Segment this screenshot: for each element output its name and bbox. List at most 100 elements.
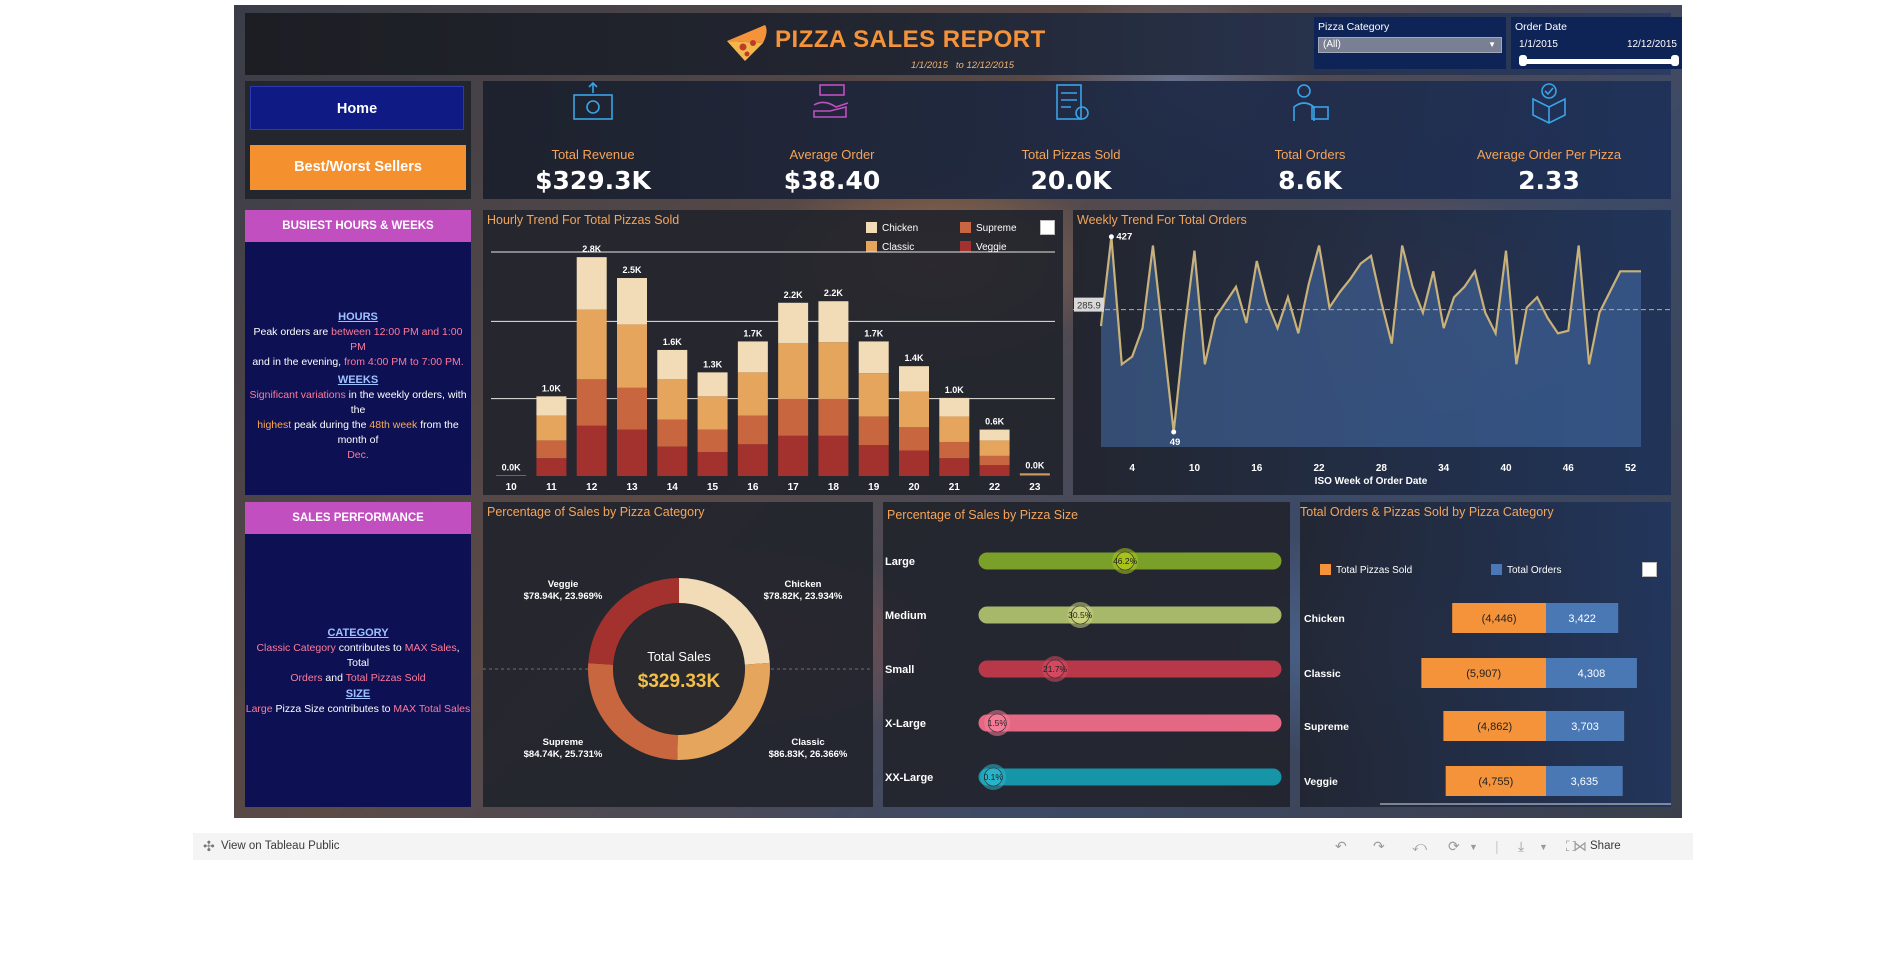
size-text-3: MAX Total Sales xyxy=(393,703,471,715)
cat-text-1: Classic Category xyxy=(256,642,336,654)
data-label: 1.6K xyxy=(663,337,683,347)
kpi-value: 2.33 xyxy=(1518,166,1580,195)
category-filter-label: Pizza Category xyxy=(1318,21,1390,33)
date-filter-end: 12/12/2015 xyxy=(1626,39,1677,50)
size-label: Small xyxy=(885,664,914,676)
bar-segment-chicken xyxy=(697,372,728,397)
bar-segment-classic xyxy=(576,309,607,380)
bar-segment-classic xyxy=(536,415,567,441)
category-insight: CATEGORY Classic Category contributes to… xyxy=(245,626,471,686)
date-slider-end-handle[interactable] xyxy=(1671,55,1679,66)
size-value-label: 1.5% xyxy=(988,718,1008,728)
kpi-strip: Total Revenue $329.3K Average Order $38.… xyxy=(483,81,1671,199)
pizza-slice-icon xyxy=(727,25,767,61)
weeks-insight: WEEKS Significant variations in the week… xyxy=(245,373,471,463)
kpi-label: Total Orders xyxy=(1274,147,1346,162)
slice-value-label: $84.74K, 25.731% xyxy=(524,749,603,760)
bar-segment-chicken xyxy=(536,396,567,416)
cat-text-2: contributes to xyxy=(338,642,402,654)
hours-text-4: from 4:00 PM to 7:00 PM. xyxy=(344,356,464,368)
weeks-text-2: in the weekly orders, with the xyxy=(348,389,467,416)
kpi-value: $38.40 xyxy=(783,166,881,195)
divider: | xyxy=(1495,838,1499,854)
bar-segment-classic xyxy=(939,416,970,442)
bar-segment-chicken xyxy=(899,366,929,392)
bar-segment-veggie xyxy=(737,444,768,476)
x-tick-label: 34 xyxy=(1438,463,1450,474)
category-donut-panel: Percentage of Sales by Pizza Category Ch… xyxy=(483,502,873,807)
undo-icon[interactable]: ↶ xyxy=(1335,838,1347,855)
chevron-down-icon: ▼ xyxy=(1488,40,1496,49)
bar-segment-veggie xyxy=(697,452,728,476)
refresh-icon[interactable]: ⟳ xyxy=(1448,838,1460,855)
x-tick-label: 10 xyxy=(506,482,518,493)
data-label: 0.0K xyxy=(502,462,522,472)
average-label: 285.9 xyxy=(1077,301,1101,312)
bar-segment-chicken xyxy=(657,349,688,380)
size-label: Large xyxy=(885,556,915,568)
x-tick-label: 14 xyxy=(667,482,679,493)
date-slider-start-handle[interactable] xyxy=(1519,55,1527,66)
bar-segment-veggie xyxy=(858,445,889,476)
bar-segment-classic xyxy=(899,391,929,428)
share-icon[interactable]: ⋈ xyxy=(1573,838,1587,855)
x-tick-label: 10 xyxy=(1189,463,1201,474)
orders-label: 3,635 xyxy=(1571,776,1599,788)
bar-segment-supreme xyxy=(858,416,889,446)
kpi-label: Average Order xyxy=(789,147,875,162)
date-from: 1/1/2015 xyxy=(911,60,948,71)
data-label: 0.0K xyxy=(1025,461,1045,471)
pizzas-sold-label: (5,907) xyxy=(1466,668,1501,680)
size-chart-svg: Large 46.2% Medium 30.5% Small 21.7% X-Large 1.… xyxy=(885,548,1282,790)
share-button[interactable]: Share xyxy=(1590,840,1621,852)
date-filter-label: Order Date xyxy=(1515,21,1567,33)
tableau-toolbar: ✣ View on Tableau Public ↶ ↷ ⤺ ⟳ ▼ | ⤓ ▼… xyxy=(193,833,1693,860)
weekly-trend-panel: Weekly Trend For Total Orders 285.9 427 49… xyxy=(1073,210,1671,495)
hours-text-2: between 12:00 PM and 1:00 PM xyxy=(331,326,463,353)
bar-segment-supreme xyxy=(737,415,768,445)
category-select[interactable]: (All) ▼ xyxy=(1318,37,1502,53)
bar-segment-supreme xyxy=(939,441,970,459)
bar-segment-veggie xyxy=(1019,475,1050,476)
max-label: 427 xyxy=(1116,232,1132,243)
size-value-label: 46.2% xyxy=(1113,556,1138,566)
bar-segment-classic xyxy=(657,379,688,420)
date-slider-track[interactable] xyxy=(1521,59,1677,64)
best-worst-sellers-button[interactable]: Best/Worst Sellers xyxy=(250,145,466,190)
cat-text-7: Total Pizzas Sold xyxy=(345,672,426,684)
report-header: PIZZA SALES REPORT 1/1/2015 to 12/12/201… xyxy=(245,13,1682,75)
bar-segment-classic xyxy=(818,342,849,399)
download-icon[interactable]: ⤓ xyxy=(1518,838,1524,855)
x-tick-label: 21 xyxy=(949,482,961,493)
sales-performance-title: SALES PERFORMANCE xyxy=(245,502,471,534)
x-tick-label: 23 xyxy=(1029,482,1041,493)
bar-segment-veggie xyxy=(576,425,607,476)
home-button[interactable]: Home xyxy=(250,86,464,130)
x-tick-label: 15 xyxy=(707,482,719,493)
x-axis-label: ISO Week of Order Date xyxy=(1315,476,1428,487)
x-tick-label: 19 xyxy=(868,482,880,493)
slice-name: Chicken xyxy=(785,579,822,590)
chevron-down-icon[interactable]: ▼ xyxy=(1469,842,1478,852)
slice-value-label: $78.94K, 23.969% xyxy=(524,591,603,602)
slice-value-label: $78.82K, 23.934% xyxy=(764,591,843,602)
bar-segment-chicken xyxy=(979,429,1010,441)
center-value: $329.33K xyxy=(638,671,721,692)
kpi-value: $329.3K xyxy=(535,166,651,195)
date-to: to 12/12/2015 xyxy=(955,60,1015,71)
category-filter: Pizza Category (All) ▼ xyxy=(1314,17,1506,69)
view-on-tableau-link[interactable]: View on Tableau Public xyxy=(221,840,340,852)
bar-segment-veggie xyxy=(778,435,809,476)
pizzas-sold-label: (4,862) xyxy=(1477,721,1512,733)
hourly-chart-svg: 0.0K 10 1.0K 11 2.8K 12 2.5K 13 1.6K 14 1.3K 15 1.7K… xyxy=(491,244,1055,493)
slice-name: Veggie xyxy=(548,579,579,590)
revert-icon[interactable]: ⤺ xyxy=(1412,838,1427,855)
data-label: 1.4K xyxy=(904,353,924,363)
weeks-text-1: Significant variations xyxy=(249,389,346,401)
redo-icon[interactable]: ↷ xyxy=(1373,838,1385,855)
x-tick-label: 16 xyxy=(1251,463,1263,474)
tableau-logo-icon: ✣ xyxy=(203,838,215,854)
chevron-down-icon[interactable]: ▼ xyxy=(1539,842,1548,852)
size-heading: SIZE xyxy=(345,688,371,700)
cat-text-3: MAX Sales xyxy=(404,642,457,654)
